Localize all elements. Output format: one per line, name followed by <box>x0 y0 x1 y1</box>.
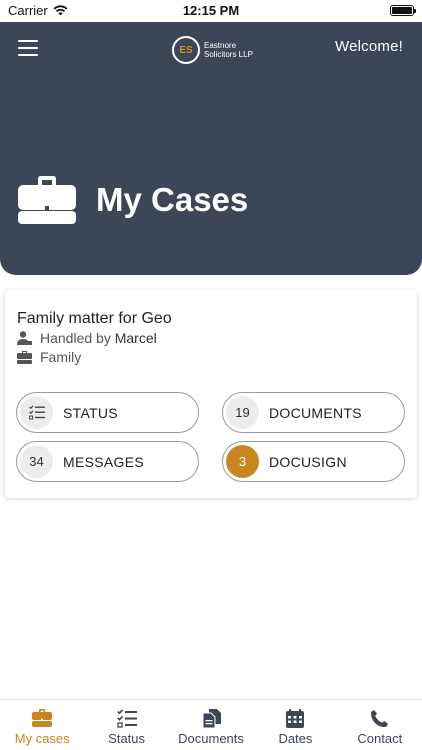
tab-contact-label: Contact <box>357 731 403 746</box>
tab-dates[interactable]: Dates <box>253 700 337 750</box>
documents-button-label: DOCUMENTS <box>269 404 362 421</box>
tab-my-cases-label: My cases <box>14 731 70 746</box>
handler-name: Marcel <box>114 330 157 346</box>
logo-name-line1: Eastnore <box>204 41 237 50</box>
checklist-icon <box>28 405 45 420</box>
tab-contact[interactable]: Contact <box>338 700 422 750</box>
briefcase-icon <box>17 351 32 364</box>
tab-my-cases[interactable]: My cases <box>0 700 84 750</box>
logo-name-line2: Solicitors LLP <box>204 50 253 59</box>
briefcase-icon <box>18 176 76 224</box>
docusign-button[interactable]: 3 DOCUSIGN <box>222 441 405 482</box>
case-title: Family matter for Geo <box>17 310 172 327</box>
docusign-count-badge: 3 <box>226 445 259 478</box>
status-button[interactable]: STATUS <box>16 392 199 433</box>
tab-status-label: Status <box>108 731 146 746</box>
lawyer-icon <box>17 331 32 345</box>
phone-icon <box>370 710 388 728</box>
checklist-icon <box>116 709 137 728</box>
tab-bar: My cases Status Documents Dates Contact <box>0 699 422 750</box>
case-handler: Handled by Marcel <box>17 330 157 346</box>
tab-documents-label: Documents <box>178 731 244 746</box>
briefcase-icon <box>32 709 53 727</box>
welcome-text: Welcome! <box>334 38 403 55</box>
battery-icon <box>390 5 416 16</box>
case-card[interactable]: Family matter for Geo Handled by Marcel … <box>5 290 417 498</box>
messages-count-badge: 34 <box>20 445 53 478</box>
status-badge <box>20 396 53 429</box>
case-area-label: Family <box>40 349 82 365</box>
calendar-icon <box>286 709 305 728</box>
logo: ES Eastnore Solicitors LLP <box>172 36 253 64</box>
status-button-label: STATUS <box>63 404 118 421</box>
title-row: My Cases <box>18 176 248 224</box>
menu-icon[interactable] <box>18 40 38 56</box>
status-bar: Carrier 12:15 PM <box>0 0 422 22</box>
tab-documents[interactable]: Documents <box>169 700 253 750</box>
page-title: My Cases <box>96 181 249 218</box>
case-area: Family <box>17 349 81 365</box>
messages-button-label: MESSAGES <box>63 453 144 470</box>
header: ES Eastnore Solicitors LLP Welcome! My C… <box>0 22 422 275</box>
messages-button[interactable]: 34 MESSAGES <box>16 441 199 482</box>
documents-icon <box>202 709 222 728</box>
documents-count-badge: 19 <box>226 396 259 429</box>
logo-wordmark: Eastnore Solicitors LLP <box>204 41 253 59</box>
clock: 12:15 PM <box>182 3 240 18</box>
logo-mark: ES <box>172 36 200 64</box>
tab-status[interactable]: Status <box>84 700 168 750</box>
docusign-button-label: DOCUSIGN <box>269 453 347 470</box>
tab-dates-label: Dates <box>278 731 313 746</box>
handled-by-label: Handled by <box>40 330 111 346</box>
documents-button[interactable]: 19 DOCUMENTS <box>222 392 405 433</box>
